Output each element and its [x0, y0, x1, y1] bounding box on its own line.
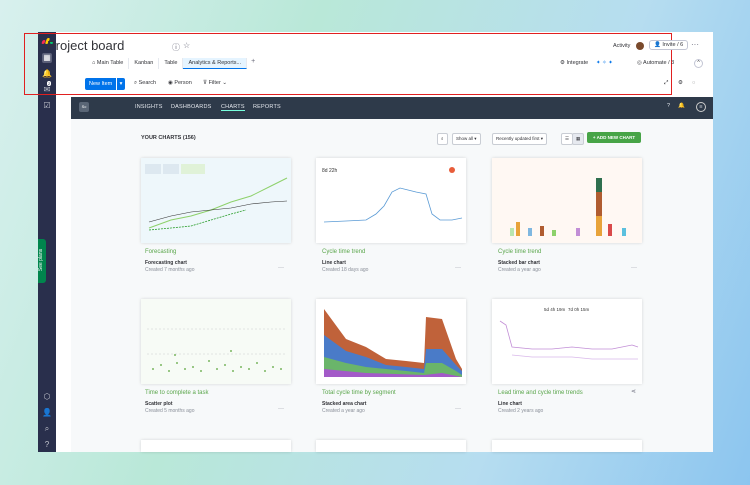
view-tabs: ⌂ Main Table Kanban Table Analytics & Re… [87, 58, 259, 69]
chart-card-title[interactable]: Lead time and cycle time trends [498, 390, 583, 396]
tab-analytics-reports[interactable]: Analytics & Reports... [183, 58, 248, 69]
chart-card-title[interactable]: Time to complete a task [145, 390, 208, 396]
invite-button[interactable]: 👤 Invite / 6 [649, 40, 689, 50]
chart-card-title[interactable]: Total cycle time by segment [322, 390, 396, 396]
see-plans-button[interactable]: See plans [38, 239, 46, 283]
chart-card-type: Line chart [498, 401, 522, 407]
chart-card-date: Created 7 months ago [145, 267, 195, 273]
avatar[interactable] [636, 42, 644, 50]
integrate-button[interactable]: ⚙ Integrate [560, 60, 588, 66]
forecasting-thumbnail [141, 158, 291, 243]
invite-user-icon[interactable]: 👤 [42, 408, 52, 418]
chart-card-time-to-complete[interactable] [141, 299, 291, 384]
scatter-thumbnail [141, 299, 291, 384]
help-icon[interactable]: ? [667, 103, 670, 109]
tab-kanban[interactable]: Kanban [129, 58, 160, 69]
grid-view-icon[interactable]: ▦ [572, 133, 585, 145]
chat-icon[interactable]: ◌ [692, 80, 695, 86]
fullscreen-icon[interactable]: ⤢ [664, 80, 668, 87]
integrations-icon[interactable]: ⬡ [42, 392, 52, 402]
stacked-bar-thumbnail [492, 158, 642, 243]
chart-card-date: Created a year ago [498, 267, 541, 273]
chart-card-total-cycle-time[interactable] [316, 299, 466, 384]
my-work-icon[interactable]: ☑ [42, 101, 52, 111]
lead-cycle-line-thumbnail: 5d 4h 19m 7d 0h 15m [492, 299, 642, 384]
star-icon[interactable]: ☆ [183, 41, 190, 50]
settings-gear-icon[interactable]: ⚙ [678, 80, 683, 86]
chart-card-title[interactable]: Cycle time trend [322, 249, 365, 255]
nav-insights[interactable]: INSIGHTS [135, 104, 163, 110]
add-view-icon[interactable]: + [247, 58, 259, 69]
more-options-icon[interactable]: ··· [691, 40, 699, 49]
add-new-chart-button[interactable]: + ADD NEW CHART [587, 132, 641, 143]
new-item-button[interactable]: New Item ▾ [85, 78, 125, 90]
chart-card-date: Created a year ago [322, 408, 365, 414]
share-icon[interactable]: ⋖ [631, 388, 636, 395]
lead-time-value: 5d 4h 19m [544, 307, 566, 312]
activity-link[interactable]: Activity [613, 43, 630, 49]
integration-apps-icon[interactable]: ✦ ✧ ✦ [596, 60, 613, 66]
chart-card-forecasting[interactable] [141, 158, 291, 243]
page-title: Project board [47, 38, 125, 53]
collapse-header-icon[interactable]: ^ [694, 59, 703, 68]
notification-bell-icon[interactable]: 🔔 [678, 103, 685, 109]
chart-card-type: Line chart [322, 260, 346, 266]
chart-card-lead-cycle-trends[interactable]: 5d 4h 19m 7d 0h 15m [492, 299, 642, 384]
card-more-options-icon[interactable]: ··· [631, 265, 637, 271]
chart-card-type: Scatter plot [145, 401, 173, 407]
chart-card-cycle-time-trend-stacked[interactable] [492, 158, 642, 243]
charts-count-title: YOUR CHARTS (156) [141, 135, 196, 141]
nav-charts[interactable]: CHARTS [221, 104, 245, 111]
line-chart-thumbnail: 8d 22h [316, 158, 466, 243]
chart-card-type: Stacked bar chart [498, 260, 540, 266]
chart-card-cycle-time-trend[interactable]: 8d 22h [316, 158, 466, 243]
nav-reports[interactable]: REPORTS [253, 104, 281, 110]
menu-icon[interactable]: ≡ [696, 102, 706, 112]
filter-button[interactable]: ⊽ Filter ⌄ [203, 80, 227, 86]
chevron-down-icon: ⌄ [220, 80, 227, 86]
search-button[interactable]: ⌕ Search [134, 80, 156, 87]
chart-card-date: Created 18 days ago [322, 267, 369, 273]
card-more-options-icon[interactable]: ··· [455, 265, 461, 271]
left-sidebar: ▦ 🔔 ✉ 2 ☑ See plans ⬡ 👤 ⌕ ? [38, 32, 56, 452]
tab-table[interactable]: Table [159, 58, 184, 69]
chart-card-type: Stacked area chart [322, 401, 367, 407]
info-icon[interactable]: ⓘ [172, 42, 180, 53]
search-charts-button[interactable]: ⌕ [437, 133, 448, 145]
chart-card-date: Created 5 months ago [145, 408, 195, 414]
card-more-options-icon[interactable]: ··· [278, 406, 284, 412]
automate-button[interactable]: ◎ Automate / 3 [637, 60, 674, 66]
chart-card-title[interactable]: Forecasting [145, 249, 176, 255]
stacked-area-thumbnail [316, 299, 466, 384]
search-icon[interactable]: ⌕ [42, 424, 52, 434]
cycle-time-value: 8d 22h [322, 168, 338, 174]
help-icon[interactable]: ? [42, 440, 52, 450]
chart-card-title[interactable]: Cycle time trend [498, 249, 541, 255]
chart-card-partial[interactable] [141, 440, 291, 452]
sort-select[interactable]: Recently updated first ▾ [492, 133, 548, 145]
card-more-options-icon[interactable]: ··· [455, 406, 461, 412]
chart-card-type: Forecasting chart [145, 260, 187, 266]
chart-card-partial[interactable] [316, 440, 466, 452]
app-nav-bar: Sc INSIGHTS DASHBOARDS CHARTS REPORTS ? … [71, 97, 713, 119]
app-logo: Sc [79, 102, 89, 112]
tab-main-table[interactable]: ⌂ Main Table [87, 58, 130, 69]
person-filter-button[interactable]: ◉ Person [168, 80, 192, 86]
chart-card-date: Created 2 years ago [498, 408, 544, 414]
show-all-select[interactable]: Show all ▾ [452, 133, 481, 145]
nav-dashboards[interactable]: DASHBOARDS [171, 104, 212, 110]
chart-card-partial[interactable] [492, 440, 642, 452]
chevron-down-icon[interactable]: ▾ [116, 78, 125, 90]
card-more-options-icon[interactable]: ··· [278, 265, 284, 271]
cycle-time-value-2: 7d 0h 15m [568, 307, 590, 312]
